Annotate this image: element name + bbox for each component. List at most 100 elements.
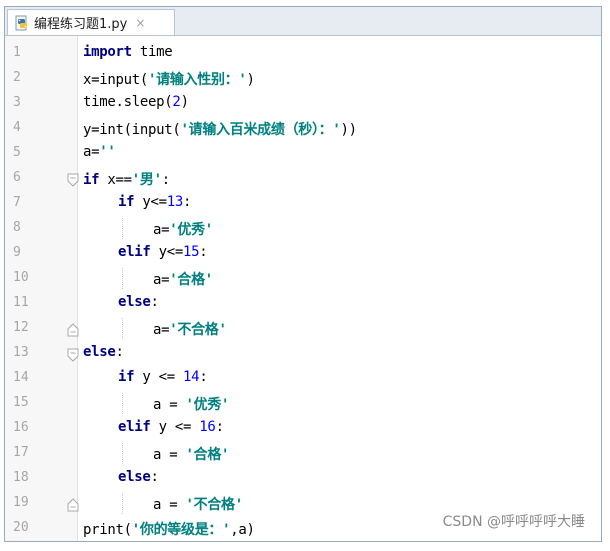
code-token: : (150, 469, 159, 485)
tab-bar: 编程练习题1.py × (5, 7, 601, 36)
code-token: print( (83, 522, 132, 538)
code-token: y<= (150, 244, 184, 260)
string-token: '合格' (185, 447, 230, 463)
line-number: 14 (13, 370, 29, 385)
fold-end-icon[interactable] (67, 497, 79, 512)
keyword-token: if (83, 172, 100, 188)
string-token: '你的等级是：' (131, 522, 231, 538)
line-number: 3 (13, 95, 21, 110)
code-text: time.sleep(2) (83, 94, 189, 110)
code-token: a = (153, 497, 186, 513)
string-token: '请输入百米成绩（秒）：' (180, 122, 341, 138)
string-token: '优秀' (185, 397, 230, 413)
string-token: '男' (131, 172, 162, 188)
code-line[interactable]: 6 if x=='男': (5, 166, 601, 191)
code-token: x=input( (83, 72, 149, 88)
line-number: 9 (13, 245, 21, 260)
number-token: 13 (166, 194, 184, 210)
code-text: import time (83, 44, 173, 60)
line-number: 13 (13, 345, 29, 360)
code-line[interactable]: 3 time.sleep(2) (5, 91, 601, 116)
code-line[interactable]: 16 elif y <= 16: (5, 416, 601, 441)
indent-guide (122, 268, 123, 289)
code-text: else: (83, 344, 124, 360)
keyword-token: import (83, 44, 132, 60)
python-file-icon (14, 15, 30, 31)
code-line[interactable]: 2 x=input('请输入性别：') (5, 66, 601, 91)
line-number: 6 (13, 170, 21, 185)
string-token: '' (99, 144, 116, 160)
line-number: 20 (13, 520, 29, 535)
line-number: 17 (13, 445, 29, 460)
code-token: : (150, 294, 159, 310)
code-token: y=int(input( (83, 122, 181, 138)
code-text: a='优秀' (153, 219, 213, 239)
string-token: '不合格' (169, 322, 227, 338)
code-line[interactable]: 1 import time (5, 41, 601, 66)
string-token: '合格' (169, 272, 213, 288)
code-token: a= (153, 272, 170, 288)
code-token: : (199, 244, 208, 260)
code-line[interactable]: 11 else: (5, 291, 601, 316)
string-token: '不合格' (185, 497, 244, 513)
code-token: a = (153, 397, 186, 413)
code-line[interactable]: 17 a = '合格' (5, 441, 601, 466)
code-token: a= (153, 322, 170, 338)
fold-end-icon[interactable] (67, 322, 79, 337)
code-text: else: (118, 294, 159, 310)
code-text: if x=='男': (83, 169, 170, 189)
code-line[interactable]: 5 a='' (5, 141, 601, 166)
keyword-token: if (118, 194, 135, 210)
fold-collapse-icon[interactable] (67, 172, 79, 187)
code-text: a = '优秀' (153, 394, 229, 414)
code-token: time (131, 44, 173, 60)
fold-collapse-icon[interactable] (67, 347, 79, 362)
string-token: '优秀' (169, 222, 213, 238)
tab-title: 编程练习题1.py (34, 17, 128, 32)
code-token: y <= (150, 419, 200, 435)
code-token: : (215, 419, 224, 435)
code-token: time.sleep( (83, 94, 173, 110)
code-text: print('你的等级是：',a) (83, 519, 255, 539)
code-token: ,a) (230, 522, 255, 538)
code-token: y <= (134, 369, 184, 385)
code-text: elif y <= 16: (118, 419, 224, 435)
line-number: 4 (13, 120, 21, 135)
keyword-token: else (118, 294, 151, 310)
code-token: : (183, 194, 192, 210)
code-line[interactable]: 13 else: (5, 341, 601, 366)
line-number: 15 (13, 395, 29, 410)
code-text: if y<=13: (118, 194, 191, 210)
keyword-token: else (118, 469, 151, 485)
code-line[interactable]: 7 if y<=13: (5, 191, 601, 216)
number-token: 16 (199, 419, 216, 435)
code-line[interactable]: 10 a='合格' (5, 266, 601, 291)
code-line[interactable]: 4 y=int(input('请输入百米成绩（秒）：')) (5, 116, 601, 141)
line-number: 11 (13, 295, 29, 310)
code-text: a = '合格' (153, 444, 229, 464)
code-text: if y <= 14: (118, 369, 208, 385)
close-icon[interactable]: × (135, 16, 145, 30)
code-text: a='' (83, 144, 116, 160)
code-text: else: (118, 469, 159, 485)
indent-guide (122, 493, 123, 514)
code-token: a = (153, 447, 186, 463)
code-line[interactable]: 8 a='优秀' (5, 216, 601, 241)
code-line[interactable]: 12 a='不合格' (5, 316, 601, 341)
code-token: x== (99, 172, 132, 188)
code-line[interactable]: 18 else: (5, 466, 601, 491)
code-line[interactable]: 14 if y <= 14: (5, 366, 601, 391)
code-text: y=int(input('请输入百米成绩（秒）：')) (83, 119, 357, 139)
line-number: 5 (13, 145, 21, 160)
code-text: elif y<=15: (118, 244, 208, 260)
code-editor[interactable]: 1 import time 2 x=input('请输入性别：') 3 time.slee… (5, 36, 601, 541)
number-token: 2 (172, 94, 181, 110)
code-token: a= (83, 144, 100, 160)
code-line[interactable]: 15 a = '优秀' (5, 391, 601, 416)
line-number: 16 (13, 420, 29, 435)
indent-guide (122, 393, 123, 414)
line-number: 7 (13, 195, 21, 210)
code-token: : (161, 172, 170, 188)
code-line[interactable]: 9 elif y<=15: (5, 241, 601, 266)
file-tab[interactable]: 编程练习题1.py × (7, 9, 175, 35)
